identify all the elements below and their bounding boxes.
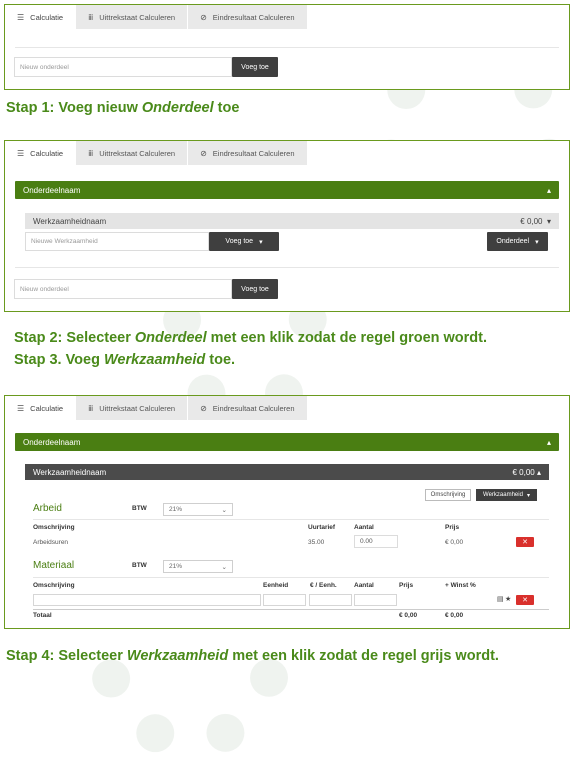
omschrijving-button[interactable]: Omschrijving xyxy=(425,489,471,501)
materiaal-title: Materiaal xyxy=(33,560,75,571)
totaal-label: Totaal xyxy=(33,612,52,619)
stap3-text: Stap 3. Voeg Werkzaamheid toe. xyxy=(14,352,236,368)
totaal-prijs: € 0,00 xyxy=(399,612,418,619)
calculatie-panel-step2: ☰ Calculatie ⅲ Uittrekstaat Calculeren ⊘ Ei… xyxy=(4,140,570,312)
aantal-input[interactable] xyxy=(354,594,397,606)
check-circle-icon: ⊘ xyxy=(200,12,207,22)
onderdeel-row[interactable]: Onderdeelnaam ▴ xyxy=(15,181,559,199)
calculatie-panel-step4: ☰ Calculatie ⅲ Uittrekstaat Calculeren ⊘ Ei… xyxy=(4,395,570,629)
divider xyxy=(33,519,549,520)
divider xyxy=(15,47,559,48)
col-winst: + Winst % xyxy=(445,582,476,589)
caret-up-icon: ▴ xyxy=(546,437,551,447)
caret-down-icon: ▾ xyxy=(535,238,539,246)
caret-up-icon: ▴ xyxy=(546,185,551,195)
col-eenheid: Eenheid xyxy=(263,582,289,589)
delete-row-button[interactable]: ✕ xyxy=(516,537,534,547)
caret-up-icon: ▴ xyxy=(534,467,541,477)
tab-eindresultaat[interactable]: ⊘ Eindresultaat Calculeren xyxy=(188,5,308,29)
list-icon: ☰ xyxy=(17,148,25,158)
voeg-toe-button[interactable]: Voeg toe xyxy=(232,279,278,299)
onderdeel-dropdown-button[interactable]: Onderdeel ▾ xyxy=(487,232,548,251)
tab-bar: ☰ Calculatie ⅲ Uittrekstaat Calculeren ⊘ Ei… xyxy=(5,141,569,165)
bar-chart-icon: ⅲ xyxy=(88,12,94,22)
voeg-toe-werkzaamheid-button[interactable]: Voeg toe ▾ xyxy=(209,232,279,251)
bar-chart-icon: ⅲ xyxy=(88,148,94,158)
tab-bar: ☰ Calculatie ⅲ Uittrekstaat Calculeren ⊘ Ei… xyxy=(5,396,569,420)
aantal-input[interactable]: 0.00 xyxy=(354,535,398,548)
stap1-text: Stap 1: Voeg nieuw Onderdeel toe xyxy=(6,100,240,116)
close-icon: ✕ xyxy=(522,539,528,546)
arbeid-btw-select[interactable]: 21% ⌄ xyxy=(163,503,233,516)
nieuwe-werkzaamheid-input[interactable]: Nieuwe Werkzaamheid xyxy=(25,232,209,251)
uurtarief-value: 35.00 xyxy=(308,539,325,546)
col-prijs: Prijs xyxy=(399,582,414,589)
col-aantal: Aantal xyxy=(354,582,374,589)
materiaal-btw-select[interactable]: 21% ⌄ xyxy=(163,560,233,573)
omschrijving-input[interactable] xyxy=(33,594,261,606)
tab-calculatie[interactable]: ☰ Calculatie xyxy=(5,396,77,420)
col-per-eenheid: € / Eenh. xyxy=(310,582,337,589)
tab-calculatie[interactable]: ☰ Calculatie xyxy=(5,141,77,165)
chevron-down-icon: ⌄ xyxy=(221,563,227,571)
tab-uittrekstaat[interactable]: ⅲ Uittrekstaat Calculeren xyxy=(76,396,189,420)
tab-eindresultaat[interactable]: ⊘ Eindresultaat Calculeren xyxy=(188,396,308,420)
chevron-down-icon: ⌄ xyxy=(221,506,227,514)
per-eenheid-input[interactable] xyxy=(309,594,352,606)
onderdeel-row[interactable]: Onderdeelnaam ▴ xyxy=(15,433,559,451)
caret-down-icon: ▾ xyxy=(259,238,263,246)
list-icon: ☰ xyxy=(17,403,25,413)
werkzaamheid-amount: € 0,00 xyxy=(512,467,535,477)
eenheid-input[interactable] xyxy=(263,594,306,606)
col-aantal: Aantal xyxy=(354,524,374,531)
check-circle-icon: ⊘ xyxy=(200,148,207,158)
tab-uittrekstaat[interactable]: ⅲ Uittrekstaat Calculeren xyxy=(76,141,189,165)
bar-chart-icon: ⅲ xyxy=(88,403,94,413)
divider xyxy=(33,609,549,610)
caret-down-icon: ▾ xyxy=(544,216,551,226)
werkzaamheid-row[interactable]: Werkzaamheidnaam € 0,00 ▾ xyxy=(25,213,559,229)
totaal-winst: € 0,00 xyxy=(445,612,464,619)
stap2-text: Stap 2: Selecteer Onderdeel met een klik… xyxy=(14,330,488,346)
arbeidsuren-label: Arbeidsuren xyxy=(33,539,69,546)
werkzaamheid-row-selected[interactable]: Werkzaamheidnaam € 0,00 ▴ xyxy=(25,464,549,480)
book-icon[interactable]: ▤ xyxy=(497,595,504,603)
col-omschrijving: Omschrijving xyxy=(33,582,75,589)
caret-down-icon: ▾ xyxy=(526,492,530,499)
werkzaamheid-amount: € 0,00 xyxy=(520,216,543,226)
col-omschrijving: Omschrijving xyxy=(33,524,75,531)
check-circle-icon: ⊘ xyxy=(200,403,207,413)
star-icon[interactable]: ★ xyxy=(505,595,511,603)
divider xyxy=(33,577,549,578)
arbeid-title: Arbeid xyxy=(33,503,62,514)
delete-row-button[interactable]: ✕ xyxy=(516,595,534,605)
divider xyxy=(15,267,559,268)
tab-calculatie[interactable]: ☰ Calculatie xyxy=(5,5,77,29)
calculatie-panel-step1: ☰ Calculatie ⅲ Uittrekstaat Calculeren ⊘ Ei… xyxy=(4,4,570,90)
col-uurtarief: Uurtarief xyxy=(308,524,336,531)
tab-eindresultaat[interactable]: ⊘ Eindresultaat Calculeren xyxy=(188,141,308,165)
list-icon: ☰ xyxy=(17,12,25,22)
prijs-value: € 0,00 xyxy=(445,539,464,546)
btw-label: BTW xyxy=(132,505,147,512)
werkzaamheid-dropdown-button[interactable]: Werkzaamheid ▾ xyxy=(476,489,537,501)
btw-label: BTW xyxy=(132,562,147,569)
nieuw-onderdeel-input[interactable]: Nieuw onderdeel xyxy=(14,279,232,299)
col-prijs: Prijs xyxy=(445,524,460,531)
nieuw-onderdeel-input[interactable]: Nieuw onderdeel xyxy=(14,57,232,77)
stap4-text: Stap 4: Selecteer Werkzaamheid met een k… xyxy=(6,648,499,664)
tab-bar: ☰ Calculatie ⅲ Uittrekstaat Calculeren ⊘ Ei… xyxy=(5,5,569,29)
voeg-toe-button[interactable]: Voeg toe xyxy=(232,57,278,77)
close-icon: ✕ xyxy=(522,597,528,604)
tab-uittrekstaat[interactable]: ⅲ Uittrekstaat Calculeren xyxy=(76,5,189,29)
